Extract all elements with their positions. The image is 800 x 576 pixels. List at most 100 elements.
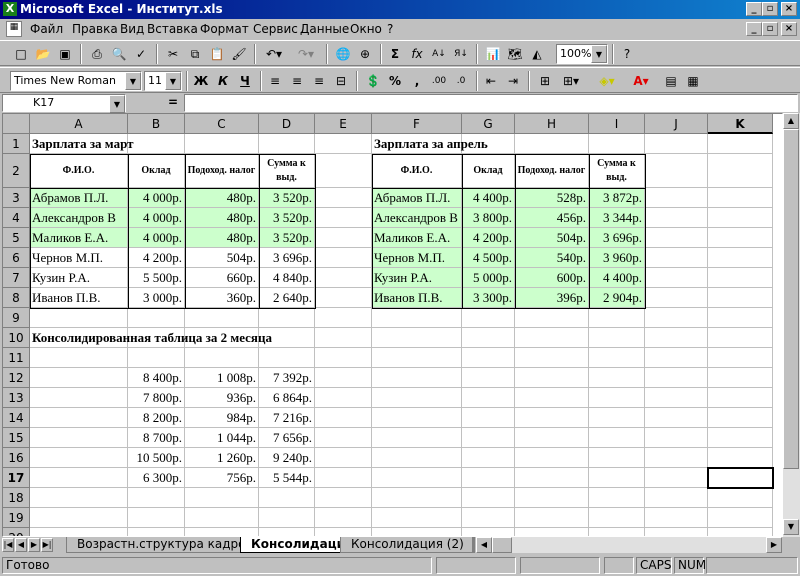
grid-cell[interactable] [645, 368, 708, 388]
grid-cell[interactable] [462, 388, 515, 408]
march-table-cell[interactable]: 2 640р. [259, 288, 315, 308]
grid-cell[interactable] [128, 508, 185, 528]
march-table-cell[interactable]: 3 520р. [259, 228, 315, 248]
march-table-cell[interactable]: 3 696р. [259, 248, 315, 268]
column-header-e[interactable]: E [315, 114, 372, 134]
grid-cell[interactable] [708, 448, 773, 468]
grid-cell[interactable] [515, 468, 589, 488]
grid-cell[interactable] [645, 188, 708, 208]
grid-cell[interactable] [515, 328, 589, 348]
grid-cell[interactable] [708, 268, 773, 288]
grid-cell[interactable] [30, 508, 128, 528]
first-sheet-icon[interactable]: |◀ [2, 538, 14, 552]
grid-cell[interactable] [372, 528, 462, 536]
grid-cell[interactable] [259, 508, 315, 528]
decrease-decimal-icon[interactable]: .0 [450, 71, 472, 91]
grid-cell[interactable] [645, 228, 708, 248]
hyperlink-icon[interactable]: 🌐 [332, 44, 354, 64]
scroll-left-icon[interactable]: ◀ [476, 537, 492, 553]
save-icon[interactable]: ▣ [54, 44, 76, 64]
consolidated-table-cell[interactable]: 756р. [185, 468, 259, 488]
doc-minimize-button[interactable]: _ [746, 22, 762, 36]
april-table-cell[interactable]: Чернов М.П. [372, 248, 462, 268]
document-icon[interactable]: ▦ [6, 21, 22, 37]
grid-cell[interactable] [645, 428, 708, 448]
grid-cell[interactable] [462, 528, 515, 536]
grid-cell[interactable] [708, 154, 773, 188]
column-header-j[interactable]: J [645, 114, 708, 134]
grid-cell[interactable] [462, 428, 515, 448]
percent-button[interactable]: % [384, 71, 406, 91]
grid-cell[interactable] [315, 288, 372, 308]
grid-cell[interactable] [589, 348, 645, 368]
consolidated-table-cell[interactable]: 8 700р. [128, 428, 185, 448]
italic-button[interactable]: К [212, 71, 234, 91]
grid-cell[interactable] [708, 208, 773, 228]
grid-cell[interactable] [372, 308, 462, 328]
grid-cell[interactable] [462, 308, 515, 328]
grid-cell[interactable] [30, 368, 128, 388]
column-header-a[interactable]: A [30, 114, 128, 134]
consolidated-table-cell[interactable]: 6 864р. [259, 388, 315, 408]
grid-cell[interactable] [315, 228, 372, 248]
grid-cell[interactable] [708, 248, 773, 268]
grid-cell[interactable] [259, 488, 315, 508]
grid-cell[interactable] [645, 288, 708, 308]
april-table-cell[interactable]: 4 500р. [462, 248, 515, 268]
march-table-cell[interactable]: Александров В [30, 208, 128, 228]
consolidated-table-cell[interactable]: 936р. [185, 388, 259, 408]
march-table-cell[interactable]: Кузин Р.А. [30, 268, 128, 288]
grid-cell[interactable] [30, 388, 128, 408]
april-table-cell[interactable]: 396р. [515, 288, 589, 308]
consolidated-table-cell[interactable]: 7 656р. [259, 428, 315, 448]
horizontal-scrollbar[interactable]: ◀ ▶ [476, 537, 782, 553]
april-header-cell[interactable]: Сумма к выд. [589, 154, 645, 188]
april-table-cell[interactable]: 4 400р. [589, 268, 645, 288]
march-table-cell[interactable]: 4 000р. [128, 208, 185, 228]
office-assistant-icon[interactable]: ? [616, 44, 638, 64]
grid-cell[interactable] [708, 134, 773, 154]
next-sheet-icon[interactable]: ▶ [28, 538, 40, 552]
grid-cell[interactable] [708, 488, 773, 508]
grid-cell[interactable] [372, 448, 462, 468]
march-table-cell[interactable]: Чернов М.П. [30, 248, 128, 268]
grid-cell[interactable] [645, 208, 708, 228]
grid-cell[interactable] [708, 328, 773, 348]
consolidated-table-cell[interactable]: 6 300р. [128, 468, 185, 488]
grid-cell[interactable] [259, 308, 315, 328]
grid-cell[interactable] [708, 428, 773, 448]
menu-file[interactable]: Файл [30, 22, 63, 36]
drawing-icon[interactable]: ◭ [526, 44, 548, 64]
column-header-b[interactable]: B [128, 114, 185, 134]
grid-cell[interactable] [372, 508, 462, 528]
new-icon[interactable]: □ [10, 44, 32, 64]
grid-cell[interactable] [462, 328, 515, 348]
april-table-cell[interactable]: 3 344р. [589, 208, 645, 228]
april-table-cell[interactable]: 3 872р. [589, 188, 645, 208]
grid-cell[interactable] [259, 528, 315, 536]
grid-cell[interactable] [128, 348, 185, 368]
column-header-g[interactable]: G [462, 114, 515, 134]
grid-cell[interactable] [372, 388, 462, 408]
grid-cell[interactable] [515, 488, 589, 508]
grid-cell[interactable] [315, 468, 372, 488]
function-icon[interactable]: fx [406, 44, 428, 64]
row-header-18[interactable]: 18 [3, 488, 30, 508]
row-header-1[interactable]: 1 [3, 134, 30, 154]
grid-cell[interactable] [372, 428, 462, 448]
chevron-down-icon[interactable]: ▼ [165, 72, 181, 90]
toolbar-options-icon[interactable]: ▤ [660, 71, 682, 91]
grid-cell[interactable] [708, 368, 773, 388]
april-table-cell[interactable]: 3 960р. [589, 248, 645, 268]
scroll-down-icon[interactable]: ▼ [783, 519, 799, 535]
increase-indent-icon[interactable]: ⇥ [502, 71, 524, 91]
grid-cell[interactable] [589, 328, 645, 348]
grid-cell[interactable] [315, 508, 372, 528]
consolidated-table-cell[interactable]: 1 260р. [185, 448, 259, 468]
consolidated-table-cell[interactable]: 10 500р. [128, 448, 185, 468]
march-table-cell[interactable]: Маликов Е.А. [30, 228, 128, 248]
worksheet-grid[interactable]: A B C D E F G H I J K 1 2 3 4 5 6 7 8 9 10 11 12 13 14 15 16 17 18 19… [2, 113, 783, 537]
grid-cell[interactable] [515, 348, 589, 368]
grid-cell[interactable] [708, 188, 773, 208]
row-header-8[interactable]: 8 [3, 288, 30, 308]
